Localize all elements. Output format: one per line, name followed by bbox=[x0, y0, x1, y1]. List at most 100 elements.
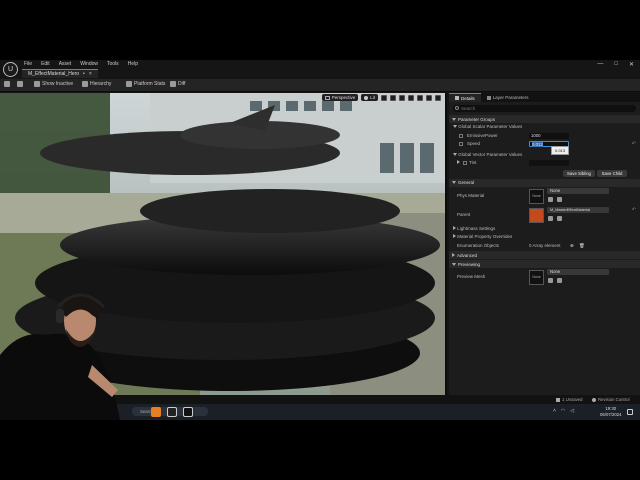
webcam-overlay bbox=[0, 285, 120, 420]
tint-color-swatch[interactable] bbox=[529, 160, 569, 166]
volume-icon[interactable]: ◁ bbox=[570, 408, 574, 414]
section-general[interactable]: General bbox=[449, 178, 640, 187]
browse-asset-icon[interactable] bbox=[557, 215, 562, 221]
scalar-group-row[interactable]: Global Scalar Parameter Values bbox=[449, 123, 640, 132]
close-tab-icon[interactable]: × bbox=[89, 71, 92, 77]
lightmass-label: Lightmass Settings bbox=[457, 225, 496, 231]
emissive-power-row: EmissivePower 1000 bbox=[449, 132, 640, 141]
app-icon-2[interactable] bbox=[151, 407, 161, 417]
revision-control-button[interactable]: Revision Control bbox=[592, 397, 630, 402]
search-icon bbox=[455, 106, 459, 110]
tab-details[interactable]: Details bbox=[449, 93, 481, 102]
material-overrides-row[interactable]: Material Property Overrides bbox=[449, 233, 640, 242]
unreal-taskbar-icon[interactable] bbox=[183, 407, 193, 417]
browse-asset-icon[interactable] bbox=[557, 278, 562, 283]
menu-edit[interactable]: Edit bbox=[41, 61, 50, 67]
save-sibling-button[interactable]: Save Sibling bbox=[563, 169, 595, 177]
save-child-button[interactable]: Save Child bbox=[597, 169, 627, 177]
speed-value: 0.013 bbox=[532, 142, 543, 147]
details-search-input[interactable]: Search bbox=[453, 105, 636, 112]
section-previewing[interactable]: Previewing bbox=[449, 260, 640, 268]
expand-arrow-icon bbox=[453, 234, 456, 238]
phys-material-dropdown[interactable]: None bbox=[547, 187, 609, 194]
app-icon-3[interactable] bbox=[167, 407, 177, 417]
cylinder-icon[interactable] bbox=[408, 94, 414, 101]
save-button[interactable] bbox=[4, 81, 10, 87]
phys-material-label: Phys Material bbox=[457, 192, 485, 198]
unsaved-indicator[interactable]: 1 Unsaved bbox=[556, 397, 583, 402]
sphere-icon[interactable] bbox=[399, 94, 405, 101]
hierarchy-icon bbox=[82, 81, 88, 87]
viewport-toolbar: Perspective Lit bbox=[321, 94, 441, 101]
menu-window[interactable]: Window bbox=[80, 61, 98, 67]
close-window-icon[interactable]: ✕ bbox=[629, 61, 634, 68]
preview-shape-icon[interactable] bbox=[390, 94, 396, 101]
preview-mesh-thumbnail[interactable]: None bbox=[529, 270, 544, 285]
platform-stats-button[interactable]: Platform Stats bbox=[126, 81, 165, 87]
clock[interactable]: 19:30 06/07/2024 bbox=[600, 406, 622, 417]
reset-parent-icon[interactable]: ↶ bbox=[632, 207, 636, 213]
use-selected-icon[interactable] bbox=[548, 215, 553, 221]
perspective-button[interactable]: Perspective bbox=[321, 94, 359, 101]
diff-button[interactable]: Diff bbox=[170, 81, 185, 87]
show-inactive-label: Show Inactive bbox=[42, 81, 74, 87]
parent-dropdown[interactable]: M_MasterEffectMaterial bbox=[547, 206, 609, 213]
tab-details-label: Details bbox=[461, 95, 475, 101]
maximize-icon[interactable]: □ bbox=[614, 61, 618, 68]
expand-triangle-icon bbox=[453, 125, 457, 128]
search-placeholder: Search bbox=[461, 106, 476, 111]
section-parameter-groups[interactable]: Parameter Groups bbox=[449, 115, 640, 123]
perspective-icon bbox=[324, 95, 330, 100]
unsaved-dot: • bbox=[83, 71, 85, 77]
asset-tab-label: M_EffectMaterial_Hero bbox=[28, 71, 80, 77]
material-overrides-label: Material Property Overrides bbox=[457, 234, 513, 239]
layer-tab-icon bbox=[486, 95, 491, 100]
section-advanced[interactable]: Advanced bbox=[449, 251, 640, 259]
teapot-icon[interactable] bbox=[435, 94, 441, 101]
plane-icon[interactable] bbox=[417, 94, 423, 101]
unreal-logo-icon[interactable]: U bbox=[3, 62, 18, 77]
browse-button[interactable] bbox=[17, 81, 23, 87]
hierarchy-button[interactable]: Hierarchy bbox=[82, 81, 111, 87]
phys-material-thumbnail[interactable]: None bbox=[529, 188, 544, 204]
emissive-power-field[interactable]: 1000 bbox=[529, 132, 569, 139]
reset-speed-icon[interactable]: ↶ bbox=[632, 141, 636, 147]
menu-help[interactable]: Help bbox=[128, 61, 138, 67]
add-element-icon[interactable]: ⊕ bbox=[570, 243, 574, 249]
menu-tools[interactable]: Tools bbox=[107, 61, 119, 67]
delete-elements-icon[interactable]: 🗑 bbox=[579, 243, 585, 249]
speed-checkbox[interactable] bbox=[459, 142, 463, 146]
parent-thumbnail[interactable] bbox=[529, 207, 544, 223]
menu-asset[interactable]: Asset bbox=[59, 61, 72, 67]
section-advanced-label: Advanced bbox=[457, 252, 478, 258]
wifi-icon[interactable]: ◠ bbox=[561, 408, 565, 414]
emissive-power-checkbox[interactable] bbox=[459, 133, 463, 138]
vector-group-row[interactable]: Global Vector Parameter Values bbox=[449, 151, 640, 160]
show-flags-icon[interactable] bbox=[381, 94, 387, 101]
use-selected-icon[interactable] bbox=[548, 278, 553, 283]
lit-label: Lit bbox=[370, 95, 375, 100]
cube-icon[interactable] bbox=[426, 94, 432, 101]
browse-asset-icon[interactable] bbox=[557, 196, 562, 202]
minimize-icon[interactable]: — bbox=[597, 61, 603, 68]
phys-material-row: Phys Material None None bbox=[449, 187, 640, 206]
expand-arrow-icon bbox=[452, 253, 455, 257]
expand-arrow-icon bbox=[453, 225, 456, 230]
tray-chevron-icon[interactable]: ˄ bbox=[553, 408, 556, 414]
tab-layer-parameters[interactable]: Layer Parameters bbox=[481, 93, 535, 102]
eye-icon bbox=[34, 81, 40, 87]
show-inactive-button[interactable]: Show Inactive bbox=[34, 81, 73, 87]
lightmass-row[interactable]: Lightmass Settings bbox=[449, 225, 640, 234]
menu-file[interactable]: File bbox=[24, 61, 32, 67]
notification-icon[interactable] bbox=[627, 409, 633, 415]
unsaved-icon bbox=[556, 397, 560, 402]
expand-arrow-icon[interactable] bbox=[457, 160, 460, 164]
asset-tab-row: M_EffectMaterial_Hero • × bbox=[22, 69, 98, 79]
use-selected-icon[interactable] bbox=[548, 196, 553, 202]
section-parameter-groups-label: Parameter Groups bbox=[458, 116, 496, 122]
tint-checkbox[interactable] bbox=[463, 161, 467, 165]
lit-button[interactable]: Lit bbox=[361, 94, 378, 101]
folder-icon bbox=[17, 81, 23, 87]
preview-mesh-dropdown[interactable]: None bbox=[547, 269, 609, 275]
asset-tab[interactable]: M_EffectMaterial_Hero • × bbox=[22, 69, 98, 78]
